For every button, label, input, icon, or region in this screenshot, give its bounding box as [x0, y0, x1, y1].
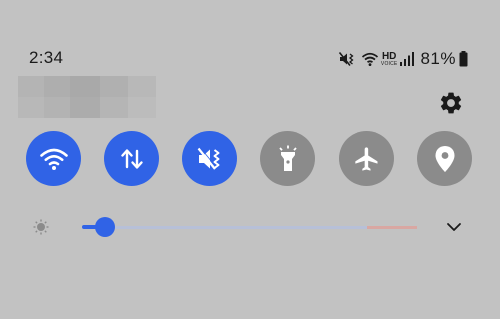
airplane-icon	[353, 145, 381, 173]
brightness-warning-zone	[367, 226, 417, 229]
location-pin-icon	[434, 145, 456, 173]
toggle-sound-mode[interactable]	[182, 131, 237, 186]
signal-icon	[400, 52, 415, 66]
hd-label: HD	[381, 50, 397, 62]
settings-button[interactable]	[438, 90, 464, 116]
vibrate-icon	[196, 146, 224, 172]
toggle-location[interactable]	[417, 131, 472, 186]
quick-settings-panel: 2:34 HD VOICE 81%	[0, 0, 500, 319]
status-bar: 2:34 HD VOICE 81%	[0, 46, 500, 74]
toggle-flashlight[interactable]	[260, 131, 315, 186]
brightness-thumb[interactable]	[95, 217, 115, 237]
user-name-blurred	[18, 76, 156, 118]
mute-vibrate-icon	[338, 51, 356, 67]
status-clock: 2:34	[29, 48, 64, 67]
gear-icon	[438, 92, 464, 120]
wifi-calling-icon	[361, 51, 379, 67]
brightness-slider[interactable]	[82, 217, 417, 237]
battery-percent: 81%	[420, 49, 456, 68]
data-arrows-icon	[119, 146, 145, 172]
brightness-row	[0, 212, 500, 242]
sun-icon	[33, 219, 49, 235]
wifi-icon	[39, 147, 69, 171]
toggle-wifi[interactable]	[26, 131, 81, 186]
toggle-airplane-mode[interactable]	[339, 131, 394, 186]
hd-voice-badge: HD VOICE	[380, 50, 398, 67]
chevron-down-icon	[445, 221, 463, 238]
battery-icon	[459, 51, 468, 67]
status-icons: HD VOICE 81%	[338, 48, 468, 70]
quick-toggles	[26, 131, 476, 187]
toggle-mobile-data[interactable]	[104, 131, 159, 186]
volte-label: VOICE	[380, 60, 398, 67]
expand-button[interactable]	[445, 220, 463, 234]
flashlight-icon	[276, 145, 300, 173]
